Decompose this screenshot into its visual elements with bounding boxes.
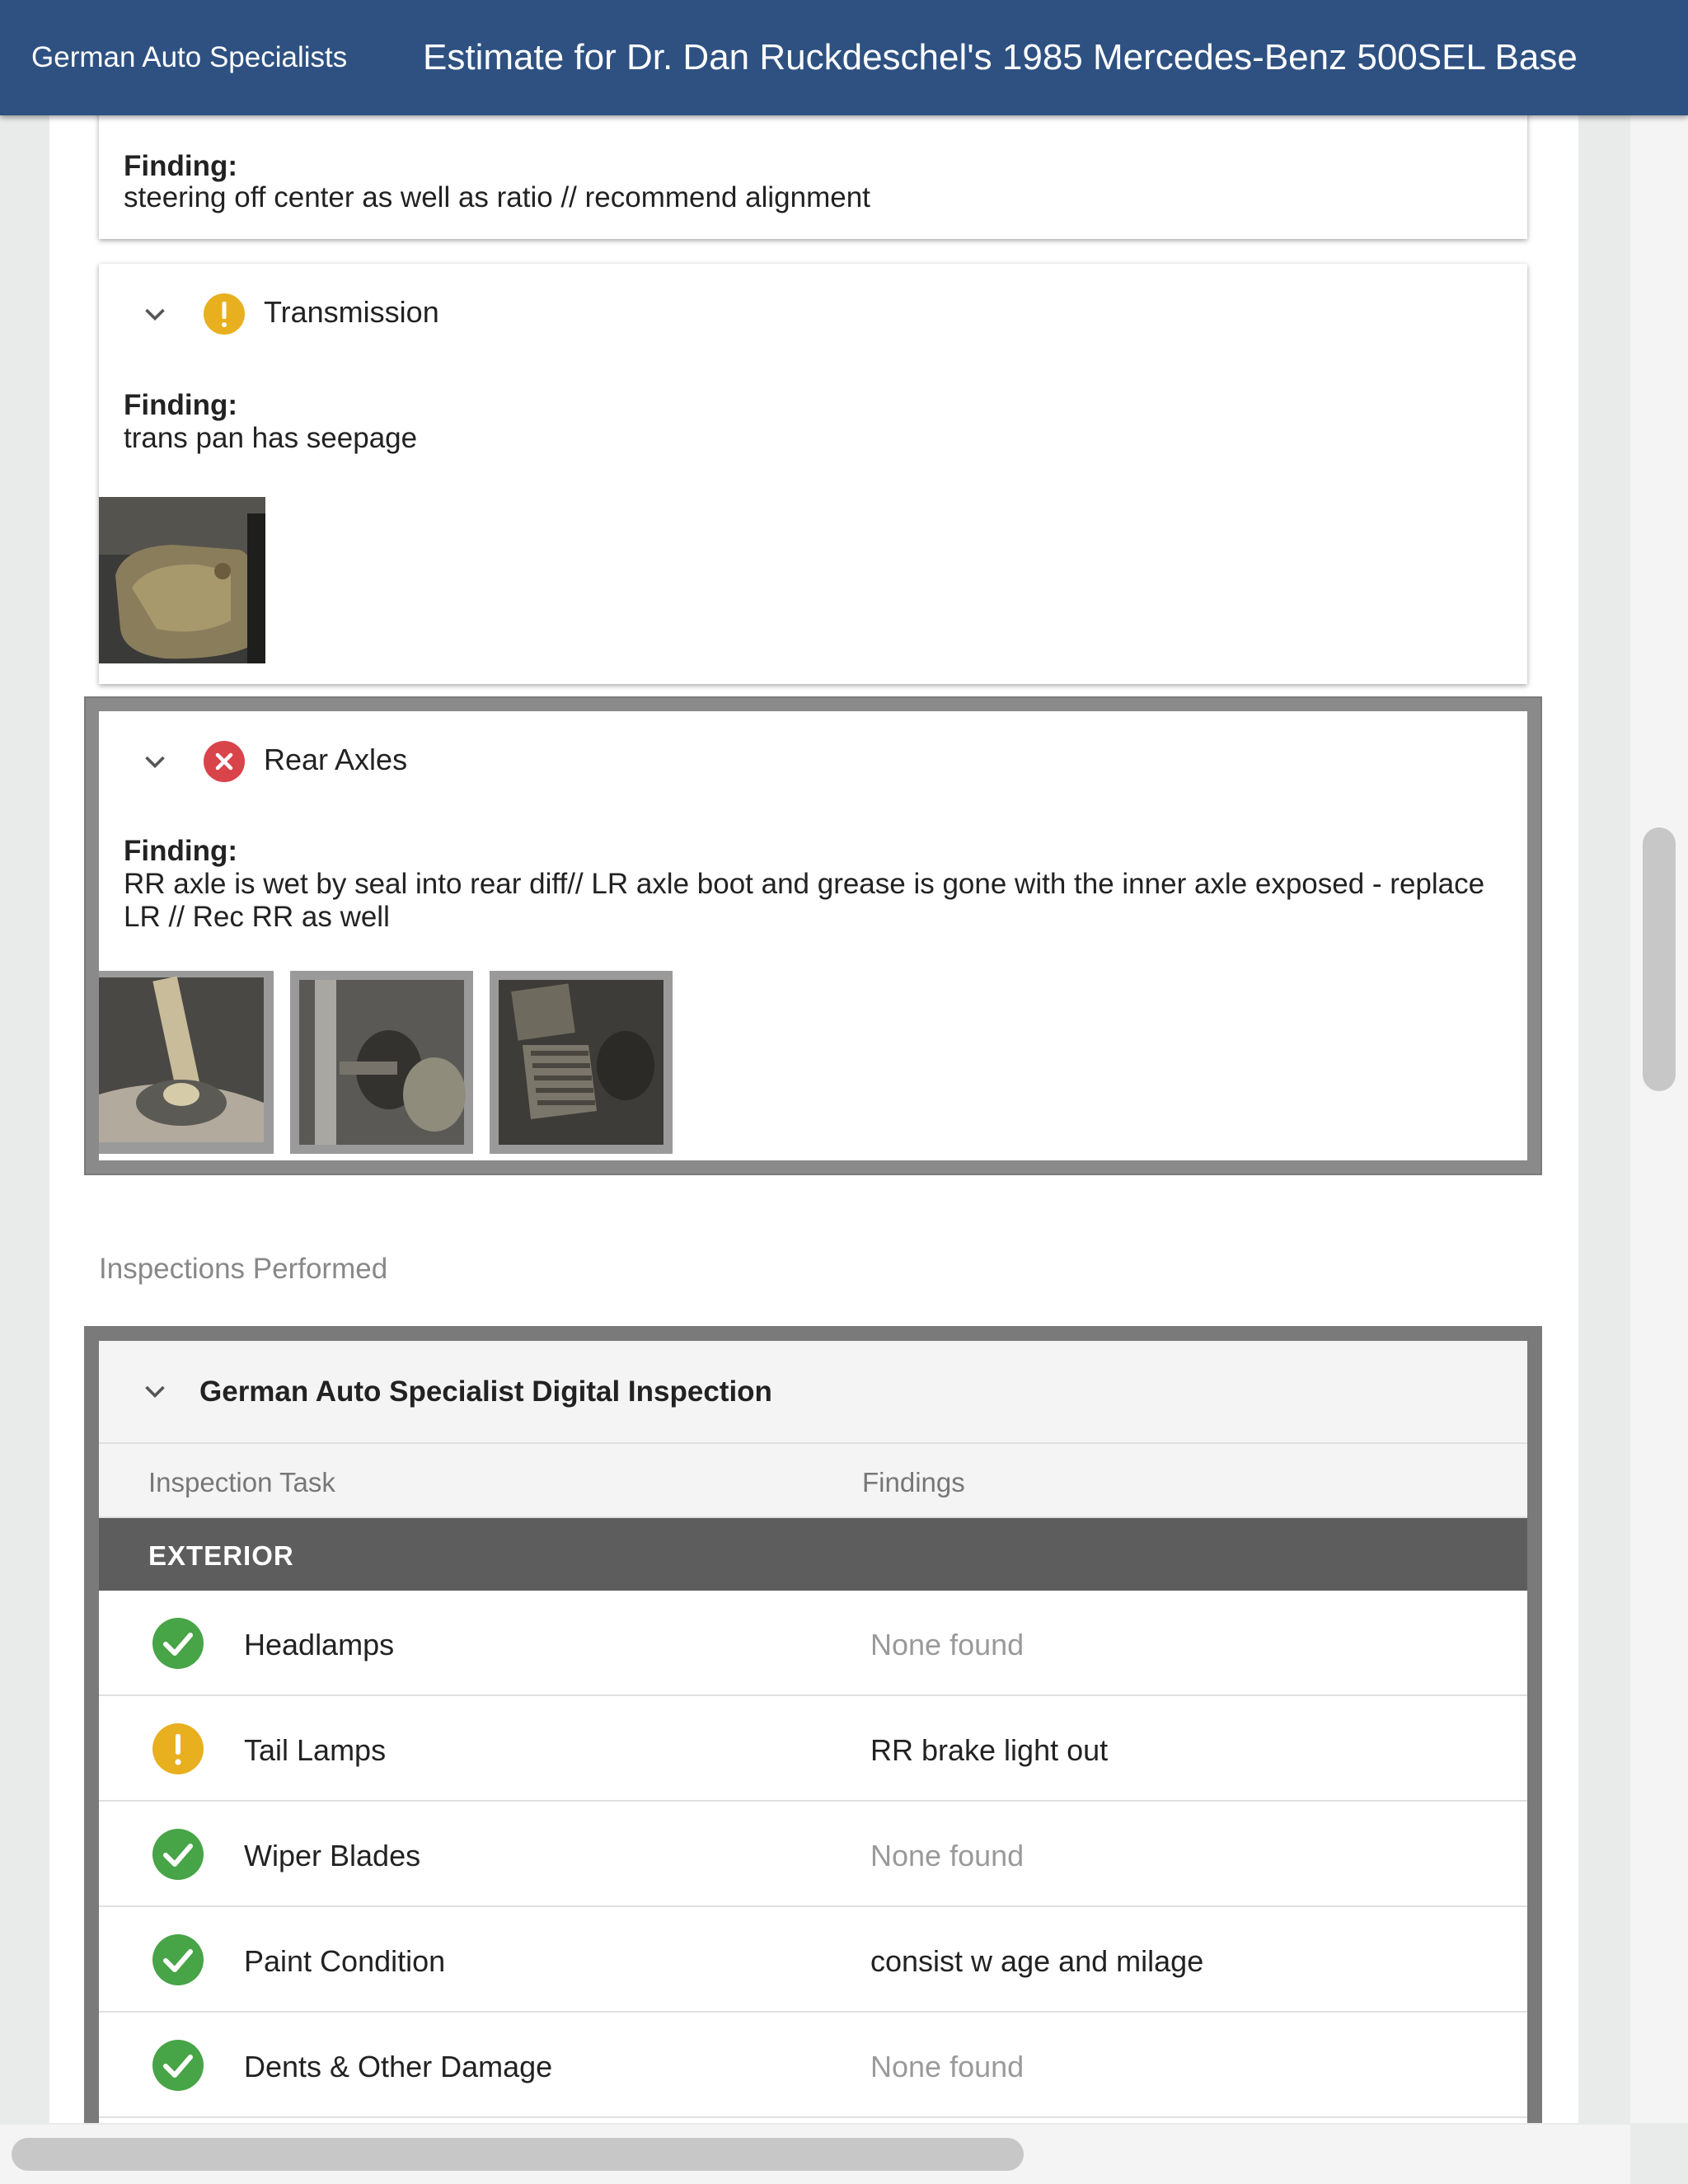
task-name: Dents & Other Damage (244, 2050, 553, 2083)
chevron-down-icon[interactable] (140, 748, 170, 777)
finding-photo[interactable] (290, 971, 473, 1154)
check-icon (152, 1618, 204, 1669)
finding-photo[interactable] (99, 497, 265, 663)
warning-icon (204, 293, 245, 335)
finding-photo[interactable] (490, 971, 673, 1154)
check-icon (152, 1829, 204, 1880)
table-row: Wiper Blades None found (99, 1802, 1527, 1907)
check-icon (152, 1934, 204, 1985)
group-header-exterior: EXTERIOR (99, 1518, 1527, 1591)
inspection-header[interactable]: German Auto Specialist Digital Inspectio… (99, 1341, 1527, 1444)
horizontal-scrollbar-thumb[interactable] (12, 2138, 1024, 2171)
table-row: Dents & Other Damage None found (99, 2013, 1527, 2118)
card-title: Transmission (264, 295, 439, 329)
inspection-table-card: German Auto Specialist Digital Inspectio… (99, 1341, 1527, 2123)
fail-icon (204, 741, 245, 782)
table-row: Tail Lamps RR brake light out (99, 1696, 1527, 1802)
shop-name[interactable]: German Auto Specialists (31, 41, 423, 74)
inspection-title: German Auto Specialist Digital Inspectio… (199, 1376, 772, 1408)
table-row: Headlamps None found (99, 1591, 1527, 1696)
check-icon (152, 2040, 204, 2091)
vertical-scrollbar-thumb[interactable] (1643, 827, 1676, 1091)
task-name: Paint Condition (244, 1944, 446, 1978)
task-finding: consist w age and milage (870, 1944, 1204, 1978)
task-finding: None found (870, 1839, 1025, 1872)
vertical-scrollbar-track[interactable] (1630, 115, 1688, 2123)
finding-text: trans pan has seepage (124, 422, 418, 454)
page-title: Estimate for Dr. Dan Ruckdeschel's 1985 … (423, 37, 1578, 77)
section-label: Inspections Performed (99, 1253, 388, 1285)
task-name: Tail Lamps (244, 1733, 387, 1767)
task-finding: RR brake light out (870, 1733, 1109, 1767)
finding-label: Finding: (124, 389, 238, 421)
transmission-card-header[interactable]: Transmission (99, 264, 1527, 363)
finding-photo[interactable] (99, 971, 274, 1154)
finding-text: steering off center as well as ratio // … (124, 181, 870, 213)
transmission-card: Transmission Finding: trans pan has seep… (99, 264, 1527, 684)
column-header-task: Inspection Task (148, 1467, 335, 1497)
group-label: EXTERIOR (148, 1540, 294, 1571)
task-name: Headlamps (244, 1628, 395, 1661)
finding-text: RR axle is wet by seal into rear diff// … (124, 868, 1485, 933)
steering-finding-card: Finding: steering off center as well as … (99, 115, 1527, 239)
task-name: Wiper Blades (244, 1839, 421, 1872)
task-finding: None found (870, 2050, 1025, 2083)
card-title: Rear Axles (264, 743, 408, 776)
top-bar: German Auto Specialists Estimate for Dr.… (0, 0, 1688, 115)
task-finding: None found (870, 1628, 1025, 1661)
rear-axles-card: Rear Axles Finding: RR axle is wet by se… (86, 698, 1540, 1174)
chevron-down-icon[interactable] (140, 300, 170, 330)
rear-axles-card-header[interactable]: Rear Axles (99, 711, 1527, 810)
finding-label: Finding: (124, 835, 238, 867)
table-row: Paint Condition consist w age and milage (99, 1907, 1527, 2013)
finding-label: Finding: (124, 150, 238, 182)
warning-icon (152, 1723, 204, 1774)
table-header: Inspection Task Findings (99, 1444, 1527, 1518)
main-content: Finding: steering off center as well as … (49, 115, 1578, 2123)
column-header-findings: Findings (862, 1467, 965, 1497)
chevron-down-icon[interactable] (140, 1377, 170, 1407)
